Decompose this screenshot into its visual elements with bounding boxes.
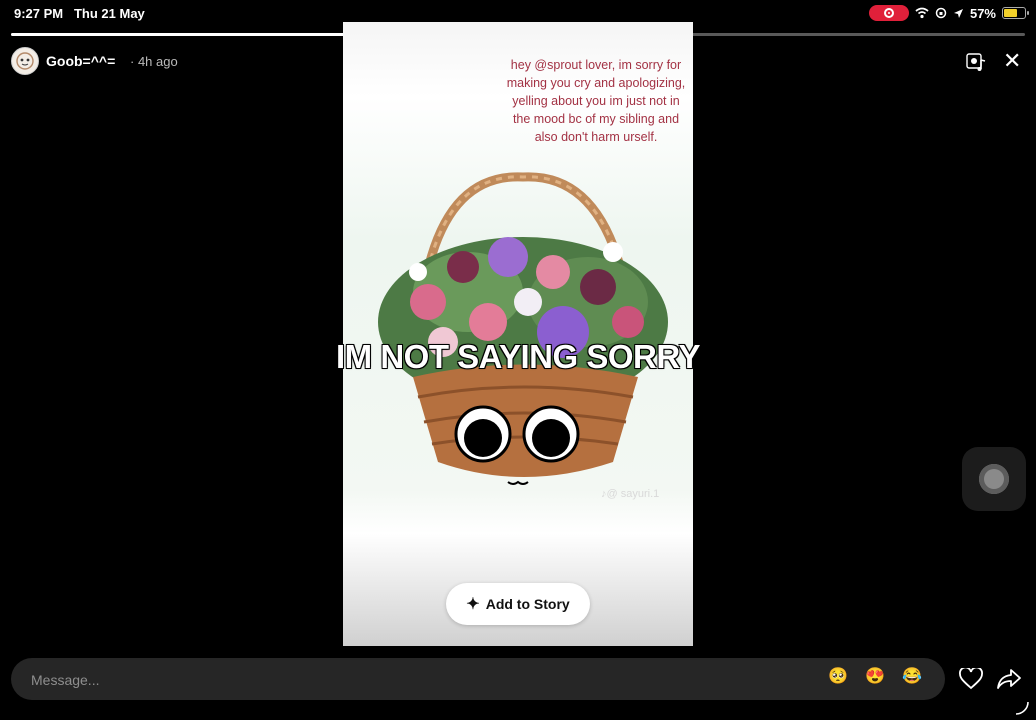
message-bar: 🥺 😍 😂 bbox=[11, 658, 945, 702]
story-progress-segment bbox=[11, 33, 347, 36]
laughing-reaction[interactable]: 😂 bbox=[902, 666, 926, 690]
heart-eyes-reaction[interactable]: 😍 bbox=[865, 666, 889, 690]
sparkle-icon: ✦ bbox=[466, 596, 480, 613]
battery-icon bbox=[1002, 7, 1029, 19]
share-icon[interactable] bbox=[997, 668, 1021, 690]
story-progress-segment bbox=[689, 33, 1025, 36]
music-sticker-icon[interactable] bbox=[966, 52, 986, 72]
heart-icon[interactable] bbox=[959, 668, 983, 690]
post-time: · 4h ago bbox=[130, 54, 178, 69]
status-bar-time: 9:27 PM Thu 21 May bbox=[14, 6, 145, 21]
story-content[interactable]: hey @sprout lover, im sorry for making y… bbox=[343, 22, 693, 646]
status-date: Thu 21 May bbox=[73, 6, 145, 21]
message-input[interactable] bbox=[29, 658, 733, 702]
battery-level bbox=[1004, 9, 1017, 17]
status-time: 9:27 PM bbox=[14, 6, 64, 21]
pleading-face-reaction[interactable]: 🥺 bbox=[828, 666, 852, 690]
story-message-text: hey @sprout lover, im sorry for making y… bbox=[506, 58, 686, 144]
story-caption: IM NOT SAYING SORRY bbox=[336, 338, 700, 375]
location-icon bbox=[953, 8, 963, 18]
avatar[interactable] bbox=[11, 47, 39, 75]
assistive-touch-icon bbox=[979, 464, 1009, 494]
add-to-story-button[interactable]: ✦ Add to Story bbox=[446, 583, 590, 625]
close-icon[interactable]: ✕ bbox=[1003, 50, 1021, 72]
loading-spinner-icon bbox=[1015, 701, 1029, 715]
flower-basket-image bbox=[378, 172, 668, 485]
story-progress-fill bbox=[11, 33, 347, 36]
orientation-lock-icon bbox=[935, 7, 947, 19]
screen-record-icon[interactable] bbox=[868, 5, 909, 21]
watermark: ♪@ sayuri.1 bbox=[601, 488, 660, 500]
add-to-story-label: Add to Story bbox=[485, 596, 570, 612]
wifi-icon bbox=[915, 7, 929, 19]
status-bar-indicators: 57% bbox=[868, 5, 1029, 21]
battery-percent: 57% bbox=[969, 5, 996, 21]
username[interactable]: Goob=^^= bbox=[46, 53, 115, 69]
assistive-touch-button[interactable] bbox=[962, 447, 1026, 511]
